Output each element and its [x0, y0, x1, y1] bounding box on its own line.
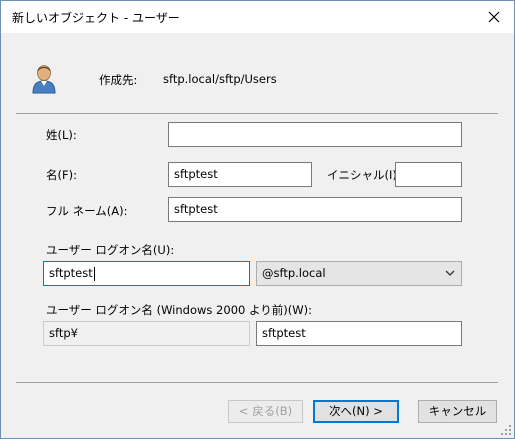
title-bar: 新しいオブジェクト - ユーザー	[1, 1, 514, 33]
first-name-input[interactable]: sftptest	[168, 162, 312, 187]
pre2000-logon-label: ユーザー ログオン名 (Windows 2000 より前)(W):	[46, 303, 312, 317]
upn-suffix-value: @sftp.local	[262, 266, 326, 280]
initials-label: イニシャル(I):	[327, 168, 401, 182]
full-name-input[interactable]: sftptest	[168, 197, 462, 222]
header-separator	[16, 113, 498, 114]
new-user-dialog: 新しいオブジェクト - ユーザー 作成先: sftp.local/sftp/Us…	[0, 0, 515, 439]
create-in-label: 作成先:	[99, 73, 138, 87]
upn-suffix-select[interactable]: @sftp.local	[256, 261, 462, 286]
create-in-path: sftp.local/sftp/Users	[163, 72, 277, 86]
pre2000-logon-input[interactable]: sftptest	[256, 321, 462, 346]
initials-input[interactable]	[395, 162, 462, 187]
footer-separator	[16, 382, 498, 383]
last-name-label: 姓(L):	[46, 128, 77, 142]
full-name-label: フル ネーム(A):	[46, 204, 128, 218]
next-button[interactable]: 次へ(N) >	[313, 400, 399, 423]
logon-name-input[interactable]: sftptest	[43, 261, 250, 286]
user-icon	[32, 65, 56, 94]
first-name-label: 名(F):	[46, 168, 77, 182]
chevron-down-icon	[445, 270, 455, 276]
back-button[interactable]: < 戻る(B)	[228, 400, 303, 423]
dialog-title: 新しいオブジェクト - ユーザー	[12, 11, 180, 25]
logon-name-label: ユーザー ログオン名(U):	[46, 243, 175, 257]
logon-name-value: sftptest	[49, 266, 93, 280]
close-icon	[488, 11, 500, 23]
cancel-button[interactable]: キャンセル	[418, 400, 497, 423]
close-button[interactable]	[482, 5, 506, 29]
pre2000-domain-field: sftp¥	[43, 321, 250, 346]
resize-grip-icon[interactable]	[500, 424, 512, 436]
last-name-input[interactable]	[168, 122, 462, 147]
text-caret	[93, 266, 95, 281]
